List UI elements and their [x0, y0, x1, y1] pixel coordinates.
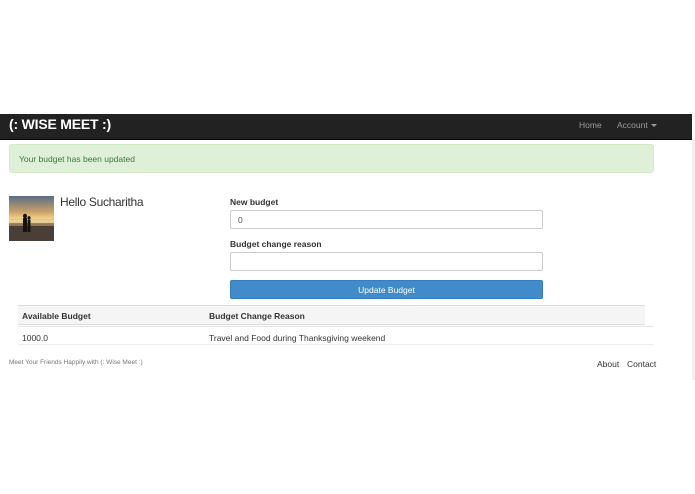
- nav-account-label: Account: [617, 120, 648, 130]
- brand-logo[interactable]: (: WISE MEET :): [9, 116, 111, 132]
- table-header-row: Available Budget Budget Change Reason: [18, 305, 645, 325]
- table-bottom-border: [18, 344, 654, 345]
- avatar: [9, 196, 54, 241]
- greeting-text: Hello Sucharitha: [60, 195, 144, 209]
- footer-tagline: Meet Your Friends Happily with (: Wise M…: [9, 359, 143, 366]
- footer-contact-link[interactable]: Contact: [627, 359, 656, 369]
- table-divider: [18, 326, 654, 327]
- nav-account-dropdown[interactable]: Account: [617, 120, 657, 130]
- cell-available-budget: 1000.0: [22, 333, 48, 343]
- sunset-photo-image: [9, 196, 54, 241]
- header-budget-change-reason: Budget Change Reason: [209, 311, 305, 321]
- cell-budget-change-reason: Travel and Food during Thanksgiving week…: [209, 333, 386, 343]
- caret-down-icon: [650, 124, 657, 128]
- top-navbar: (: WISE MEET :) Home Account: [0, 114, 692, 140]
- header-available-budget: Available Budget: [22, 311, 91, 321]
- budget-reason-input[interactable]: [230, 252, 543, 271]
- nav-home-link[interactable]: Home: [579, 120, 602, 130]
- new-budget-input[interactable]: 0: [230, 210, 543, 229]
- footer-about-link[interactable]: About: [597, 359, 619, 369]
- update-budget-button[interactable]: Update Budget: [230, 280, 543, 299]
- budget-reason-label: Budget change reason: [230, 239, 322, 249]
- alert-message: Your budget has been updated: [19, 154, 135, 164]
- success-alert: Your budget has been updated: [9, 144, 654, 173]
- new-budget-label: New budget: [230, 197, 279, 207]
